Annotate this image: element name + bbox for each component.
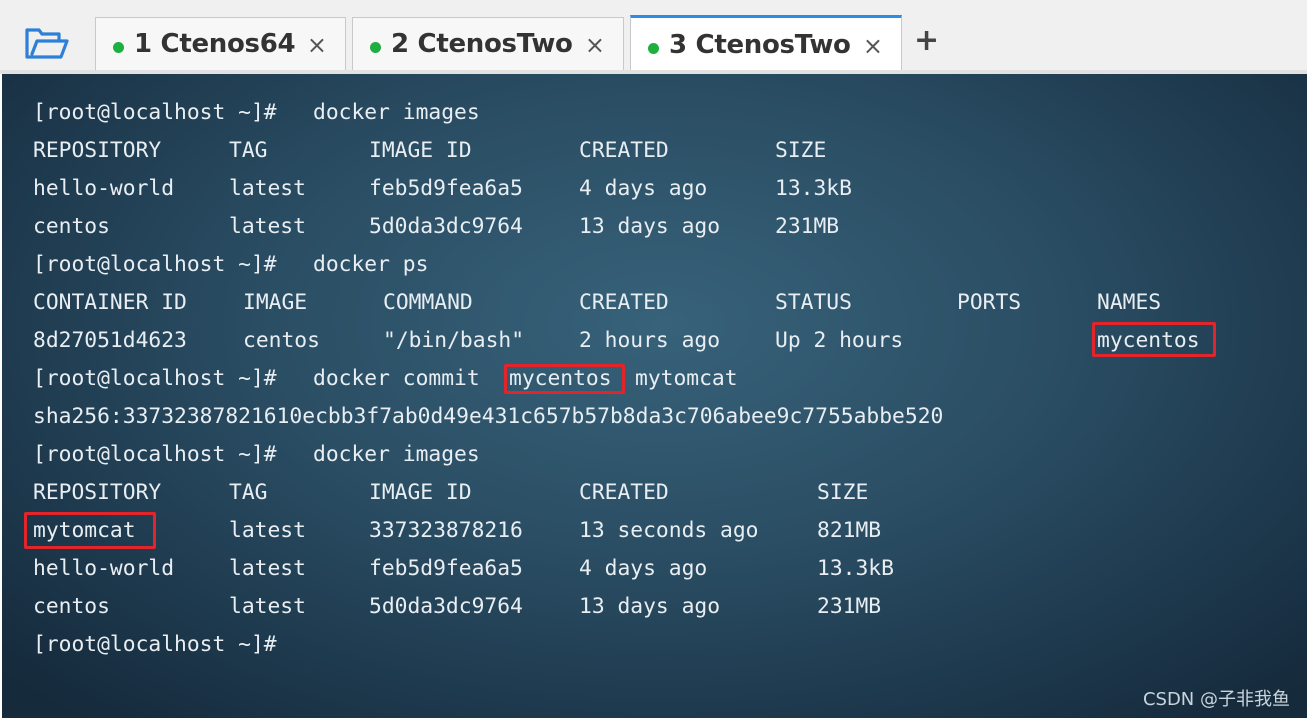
column-header: TAG	[229, 138, 268, 163]
tab-2[interactable]: 2 CtenosTwo ×	[352, 17, 624, 70]
connection-status-icon	[370, 41, 381, 53]
table-row: centos latest 5d0da3dc9764 13 days ago 2…	[33, 210, 839, 244]
watermark: CSDN @子非我鱼	[1142, 689, 1290, 710]
column-header: SIZE	[775, 138, 827, 163]
created-cell: 4 days ago	[579, 556, 708, 581]
tab-label: 3 CtenosTwo	[669, 30, 851, 60]
prompt: [root@localhost ~]#	[33, 442, 277, 467]
terminal-output: sha256:33732387821610ecbb3f7ab0d49e431c6…	[33, 400, 943, 434]
tag-cell: latest	[229, 594, 306, 619]
column-header: IMAGE ID	[369, 138, 472, 163]
container-id-cell: 8d27051d4623	[33, 328, 187, 353]
table-row: mytomcat latest 337323878216 13 seconds …	[33, 514, 881, 548]
table-row: 8d27051d4623 centos "/bin/bash" 2 hours …	[33, 324, 1200, 358]
column-header: STATUS	[775, 290, 852, 315]
tag-cell: latest	[229, 176, 306, 201]
size-cell: 821MB	[817, 518, 882, 543]
table-row: centos latest 5d0da3dc9764 13 days ago 2…	[33, 590, 881, 624]
column-header: CONTAINER ID	[33, 290, 187, 315]
folder-open-icon[interactable]	[24, 26, 70, 62]
prompt: [root@localhost ~]#	[33, 632, 277, 657]
terminal-line: [root@localhost ~]# docker images	[33, 438, 480, 472]
sha-output: sha256:33732387821610ecbb3f7ab0d49e431c6…	[33, 404, 944, 429]
close-icon[interactable]: ×	[307, 31, 327, 59]
tag-cell: latest	[229, 518, 306, 543]
column-header: IMAGE ID	[369, 480, 472, 505]
command: docker commit	[313, 366, 480, 391]
repository-cell: hello-world	[33, 176, 175, 201]
terminal-line: [root@localhost ~]# docker commit mycent…	[33, 362, 738, 396]
created-cell: 13 days ago	[579, 214, 721, 239]
image-cell: centos	[243, 328, 320, 353]
close-icon[interactable]: ×	[585, 31, 605, 59]
command: docker images	[313, 100, 480, 125]
image-id-cell: 5d0da3dc9764	[369, 214, 523, 239]
add-tab-button[interactable]: +	[914, 26, 939, 56]
repository-cell: mytomcat	[33, 518, 136, 543]
repository-cell: centos	[33, 214, 110, 239]
tag-cell: latest	[229, 214, 306, 239]
column-header: TAG	[229, 480, 268, 505]
column-header: NAMES	[1097, 290, 1162, 315]
column-header: REPOSITORY	[33, 480, 162, 505]
image-id-cell: feb5d9fea6a5	[369, 176, 523, 201]
column-header: CREATED	[579, 480, 669, 505]
table-row: hello-world latest feb5d9fea6a5 4 days a…	[33, 552, 894, 586]
command-image-arg: mytomcat	[635, 366, 738, 391]
column-header: CREATED	[579, 290, 669, 315]
image-id-cell: 337323878216	[369, 518, 523, 543]
names-cell: mycentos	[1097, 328, 1200, 353]
column-header: IMAGE	[243, 290, 308, 315]
tab-label: 2 CtenosTwo	[391, 29, 573, 59]
column-header: COMMAND	[383, 290, 473, 315]
command: docker images	[313, 442, 480, 467]
tab-bar: 1 Ctenos64 × 2 CtenosTwo × 3 CtenosTwo ×…	[0, 0, 1307, 74]
image-id-cell: feb5d9fea6a5	[369, 556, 523, 581]
repository-cell: hello-world	[33, 556, 175, 581]
size-cell: 231MB	[775, 214, 840, 239]
repository-cell: centos	[33, 594, 110, 619]
tab-3[interactable]: 3 CtenosTwo ×	[630, 15, 902, 72]
status-cell: Up 2 hours	[775, 328, 904, 353]
size-cell: 231MB	[817, 594, 882, 619]
command-container-arg: mycentos	[509, 366, 612, 391]
prompt: [root@localhost ~]#	[33, 252, 277, 277]
terminal-line: [root@localhost ~]# docker images	[33, 96, 480, 130]
tag-cell: latest	[229, 556, 306, 581]
column-header: SIZE	[817, 480, 869, 505]
command-cell: "/bin/bash"	[383, 328, 525, 353]
created-cell: 13 seconds ago	[579, 518, 759, 543]
size-cell: 13.3kB	[817, 556, 894, 581]
prompt: [root@localhost ~]#	[33, 366, 277, 391]
table-header: REPOSITORY TAG IMAGE ID CREATED SIZE	[33, 134, 826, 168]
close-icon[interactable]: ×	[863, 32, 883, 60]
column-header: PORTS	[957, 290, 1022, 315]
created-cell: 2 hours ago	[579, 328, 721, 353]
prompt: [root@localhost ~]#	[33, 100, 277, 125]
tab-1[interactable]: 1 Ctenos64 ×	[95, 17, 346, 70]
connection-status-icon	[648, 42, 659, 54]
column-header: CREATED	[579, 138, 669, 163]
terminal-line: [root@localhost ~]# docker ps	[33, 248, 428, 282]
command: docker ps	[313, 252, 429, 277]
created-cell: 13 days ago	[579, 594, 721, 619]
table-header: CONTAINER ID IMAGE COMMAND CREATED STATU…	[33, 286, 1161, 320]
terminal-line: [root@localhost ~]#	[33, 628, 277, 662]
column-header: REPOSITORY	[33, 138, 162, 163]
table-header: REPOSITORY TAG IMAGE ID CREATED SIZE	[33, 476, 868, 510]
connection-status-icon	[113, 41, 124, 53]
terminal[interactable]: [root@localhost ~]# docker images REPOSI…	[2, 74, 1307, 718]
created-cell: 4 days ago	[579, 176, 708, 201]
tab-label: 1 Ctenos64	[134, 29, 296, 59]
table-row: hello-world latest feb5d9fea6a5 4 days a…	[33, 172, 852, 206]
size-cell: 13.3kB	[775, 176, 852, 201]
image-id-cell: 5d0da3dc9764	[369, 594, 523, 619]
